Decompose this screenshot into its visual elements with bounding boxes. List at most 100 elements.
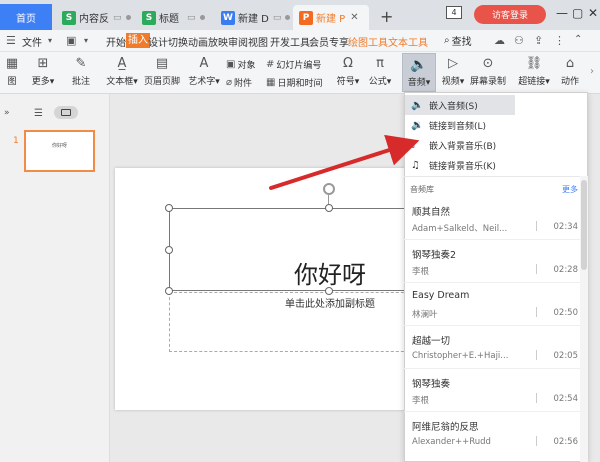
audio-library-label: 音频库 [410, 185, 434, 194]
song-title: 超越一切 [412, 336, 451, 347]
speaker-icon: 🔈 [410, 57, 428, 73]
ribbon-label: 批注 [71, 77, 90, 87]
tab-doc-2[interactable]: S 标题 ▭ [136, 5, 211, 30]
close-tab-icon[interactable]: ✕ [350, 12, 358, 23]
rotate-handle[interactable] [323, 183, 335, 195]
formula-button[interactable]: π 公式▾ [366, 56, 394, 87]
wordart-button[interactable]: A 艺术字▾ [186, 56, 222, 87]
more-icon[interactable]: ⋮ [554, 34, 565, 47]
tab-doc-1[interactable]: S 内容反 ▭ [56, 5, 137, 30]
song-artist: 李根 [412, 396, 430, 406]
chevron-down-icon: ▾ [48, 36, 53, 45]
song-divider [536, 393, 537, 403]
menu-file[interactable]: 文件 [22, 34, 42, 49]
restore-button[interactable]: ▢ [572, 6, 583, 20]
chevron-down-icon: ▾ [49, 77, 55, 87]
new-tab-button[interactable]: + [380, 7, 393, 26]
song-divider [536, 307, 537, 317]
ribbon-label: 公式 [368, 77, 387, 87]
screen-record-button[interactable]: ⊙ 屏幕录制 [470, 56, 506, 87]
audio-library-item[interactable]: 钢琴独奏2 李根 02:28 [404, 240, 586, 283]
slide-thumbnail[interactable]: 你好呀 [24, 130, 95, 172]
menu-link-audio[interactable]: 🔉 链接到音频(L) [405, 115, 515, 135]
song-title: 阿维尼翁的反思 [412, 422, 479, 433]
menu-drawing-tools[interactable]: 绘图工具 [348, 34, 388, 49]
search-box[interactable]: ⌕ 查找 [444, 33, 478, 48]
ribbon-label: 幻灯片编号 [276, 61, 322, 71]
outline-view-icon[interactable]: ☰ [34, 108, 43, 119]
hamburger-icon[interactable]: ☰ [6, 34, 16, 47]
speaker-icon: 🔈 [411, 99, 424, 111]
slide-title[interactable]: 你好呀 [230, 255, 430, 290]
window-count-badge[interactable]: 4 [446, 6, 462, 19]
menu-transition[interactable]: 切换 [168, 34, 188, 49]
minimize-button[interactable]: — [556, 6, 568, 20]
audio-library-item[interactable]: Easy Dream 林澜叶 02:50 [404, 283, 586, 326]
chevron-down-icon: ▾ [215, 77, 220, 87]
resize-handle[interactable] [165, 246, 173, 254]
song-title: Easy Dream [412, 290, 470, 301]
menu-insert[interactable]: 插入 [126, 33, 150, 48]
collapse-ribbon-icon[interactable]: ⌃ [574, 34, 582, 45]
song-duration: 02:05 [553, 351, 579, 361]
menu-embed-bgm[interactable]: ♪ 嵌入背景音乐(B) [405, 135, 515, 155]
ribbon-label: 超链接 [518, 77, 546, 87]
expand-panel-icon[interactable]: » [4, 108, 10, 118]
tab-doc-3[interactable]: W 新建 D ▭ [215, 5, 296, 30]
attachment-button[interactable]: ⌀ 附件 [226, 76, 252, 89]
menu-start[interactable]: 开始 [106, 34, 126, 49]
resize-handle[interactable] [325, 287, 333, 295]
ribbon-scroll-right-icon[interactable]: › [590, 66, 594, 77]
audio-library-item[interactable]: 阿维尼翁的反思 Alexander++Rudd 02:56 [404, 412, 586, 460]
datetime-button[interactable]: ▦ 日期和时间 [266, 76, 322, 89]
tab-doc-4[interactable]: P 新建 P ✕ [293, 5, 369, 30]
menu-design[interactable]: 设计 [148, 34, 168, 49]
guest-login-button[interactable]: 访客登录 [474, 5, 546, 24]
music-note-icon: ♪ [411, 139, 418, 151]
slide-view-toggle[interactable] [54, 106, 78, 119]
menu-link-bgm[interactable]: ♫ 链接背景音乐(K) [405, 155, 515, 175]
tab-home[interactable]: 首页 [0, 4, 52, 30]
resize-handle[interactable] [325, 204, 333, 212]
audio-library-item[interactable]: 超越一切 Christopher+E.+Haji... 02:05 [404, 326, 586, 369]
paperclip-icon: ⌀ [226, 77, 233, 88]
close-window-button[interactable]: ✕ [588, 6, 598, 20]
scrollbar-thumb[interactable] [581, 180, 587, 270]
symbol-button[interactable]: Ω 符号▾ [334, 56, 362, 87]
menu-review[interactable]: 审阅 [228, 34, 248, 49]
textbox-button[interactable]: A̲ 文本框▾ [104, 56, 140, 87]
menu-slideshow[interactable]: 放映 [208, 34, 228, 49]
resize-handle[interactable] [165, 204, 173, 212]
menu-animation[interactable]: 动画 [188, 34, 208, 49]
unsaved-dot-icon [125, 15, 131, 20]
cloud-icon[interactable]: ☁ [494, 34, 505, 47]
slide-subtitle[interactable]: 单击此处添加副标题 [230, 295, 430, 310]
header-footer-button[interactable]: ▤ 页眉页脚 [142, 56, 182, 87]
video-button[interactable]: ▷ 视频▾ [438, 56, 468, 87]
user-icon[interactable]: ⚇ [514, 34, 524, 47]
object-button[interactable]: ▣ 对象 [226, 58, 255, 71]
ribbon-partial-button[interactable]: ▦ 图 [2, 56, 22, 87]
menu-view[interactable]: 视图 [248, 34, 268, 49]
audio-library-item[interactable]: 顺其自然 Adam+Salkeld、Neil... 02:34 [404, 197, 586, 240]
resize-handle[interactable] [165, 287, 173, 295]
slide-number-button[interactable]: # 幻灯片编号 [266, 58, 321, 71]
audio-library-scrollbar[interactable] [580, 176, 588, 462]
hyperlink-button[interactable]: ⛓ 超链接▾ [516, 56, 552, 87]
menu-member[interactable]: 会员专享 [309, 34, 349, 49]
audio-library-item[interactable]: 钢琴独奏 李根 02:54 [404, 369, 586, 412]
menu-developer[interactable]: 开发工具 [270, 34, 310, 49]
share-icon[interactable]: ⇪ [534, 34, 543, 47]
search-label: 查找 [451, 37, 472, 48]
menu-embed-audio[interactable]: 🔈 嵌入音频(S) [405, 95, 515, 115]
record-icon: ⊙ [482, 56, 494, 71]
comment-button[interactable]: ✎ 批注 [70, 56, 92, 87]
monitor-icon: ▭ [272, 12, 282, 23]
more-button[interactable]: ⊞ 更多▾ [28, 56, 58, 87]
action-button[interactable]: ⌂ 动作 [558, 56, 582, 87]
save-icon[interactable]: ▣ [66, 34, 76, 47]
audio-button[interactable]: 🔈 音频▾ [402, 53, 436, 92]
menu-text-tools[interactable]: 文本工具 [388, 34, 428, 49]
ribbon-label: 附件 [234, 79, 253, 89]
audio-library-more-link[interactable]: 更多 [562, 184, 578, 195]
